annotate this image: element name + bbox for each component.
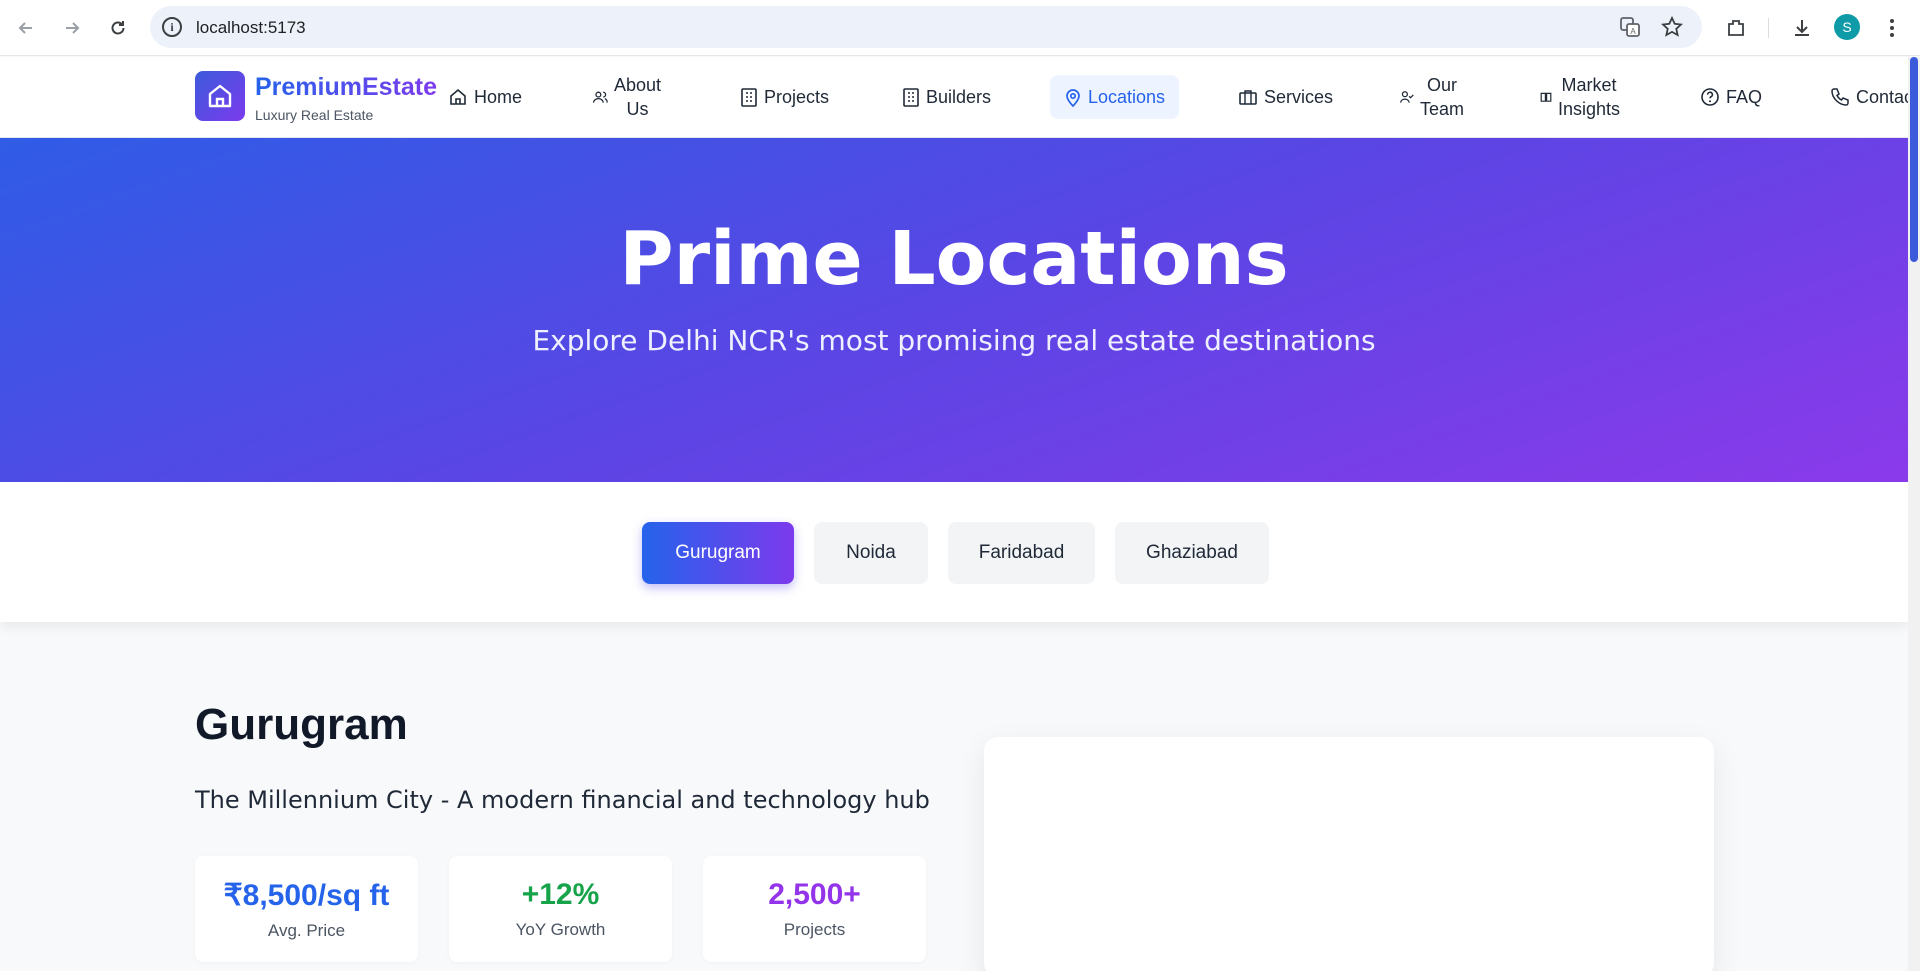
stat-value: ₹8,500/sq ft [223,879,390,912]
url-text: localhost:5173 [196,18,306,37]
nav-label: About Us [614,75,662,119]
stat-card-projects: 2,500+ Projects [703,856,926,962]
nav-faq[interactable]: FAQ [1700,69,1762,125]
nav-label: Market Insights [1558,75,1621,119]
users-icon [592,91,608,103]
nav-builders[interactable]: Builders [902,69,991,125]
nav-label: Locations [1088,87,1166,107]
toolbar-divider [1768,18,1769,38]
site-header: PremiumEstate Luxury Real Estate Home Ab… [0,57,1913,138]
tab-gurugram[interactable]: Gurugram [642,522,794,584]
stat-label: YoY Growth [515,920,606,939]
nav-label: Home [474,87,523,107]
nav-our-team[interactable]: Our Team [1400,69,1464,125]
hero-title: Prime Locations [619,216,1289,302]
forward-icon[interactable] [56,12,88,44]
nav-services[interactable]: Services [1238,69,1333,125]
city-description: The Millennium City - A modern financial… [195,786,930,814]
translate-icon[interactable]: A [1614,11,1646,43]
kebab-menu-icon[interactable] [1876,12,1908,44]
nav-projects[interactable]: Projects [740,69,829,125]
address-bar[interactable]: i localhost:5173 A [150,6,1702,48]
nav-label: Contac [1856,87,1914,107]
brand-name[interactable]: PremiumEstate [255,73,437,102]
location-map-card [984,737,1714,971]
nav-market-insights[interactable]: Market Insights [1540,69,1620,125]
nav-locations[interactable]: Locations [1050,75,1180,119]
briefcase-icon [1239,90,1257,105]
stat-value: 2,500+ [768,878,861,911]
hero-subtitle: Explore Delhi NCR's most promising real … [532,324,1376,357]
tab-faridabad[interactable]: Faridabad [948,522,1095,584]
map-pin-icon [1066,89,1080,107]
building-icon [903,88,919,107]
user-check-icon [1400,91,1414,103]
hero-banner: Prime Locations Explore Delhi NCR's most… [0,138,1908,482]
nav-label: FAQ [1726,87,1763,107]
stat-label: Projects [783,920,846,939]
stat-card-growth: +12% YoY Growth [449,856,672,962]
city-tabs: Gurugram Noida Faridabad Ghaziabad [0,482,1908,622]
stat-card-price: ₹8,500/sq ft Avg. Price [195,856,418,962]
tab-noida[interactable]: Noida [814,522,928,584]
scrollbar-thumb[interactable] [1910,57,1918,262]
nav-contact[interactable]: Contac [1830,69,1913,125]
page-scrollbar[interactable] [1908,57,1920,971]
book-icon [1540,92,1552,102]
building-icon [741,88,757,107]
svg-text:A: A [1630,27,1636,36]
logo[interactable] [195,71,245,121]
nav-home[interactable]: Home [448,69,522,125]
bookmark-star-icon[interactable] [1656,11,1688,43]
download-icon[interactable] [1786,12,1818,44]
back-icon[interactable] [10,12,42,44]
profile-avatar[interactable]: S [1834,14,1860,40]
brand-tagline: Luxury Real Estate [255,107,374,123]
site-info-icon[interactable]: i [162,17,182,37]
home-logo-icon [208,84,232,108]
browser-toolbar: i localhost:5173 A S [0,0,1920,56]
extensions-icon[interactable] [1720,12,1752,44]
nav-label: Projects [764,87,830,107]
tab-ghaziabad[interactable]: Ghaziabad [1115,522,1269,584]
nav-about-us[interactable]: About Us [592,69,661,125]
nav-label: Builders [926,87,992,107]
phone-icon [1831,88,1849,106]
nav-label: Services [1264,87,1334,107]
stat-value: +12% [521,878,600,911]
stat-label: Avg. Price [267,921,346,940]
help-circle-icon [1701,88,1719,106]
nav-label: Our Team [1420,75,1465,119]
reload-icon[interactable] [102,12,134,44]
city-title: Gurugram [195,700,408,749]
home-icon [450,88,466,105]
